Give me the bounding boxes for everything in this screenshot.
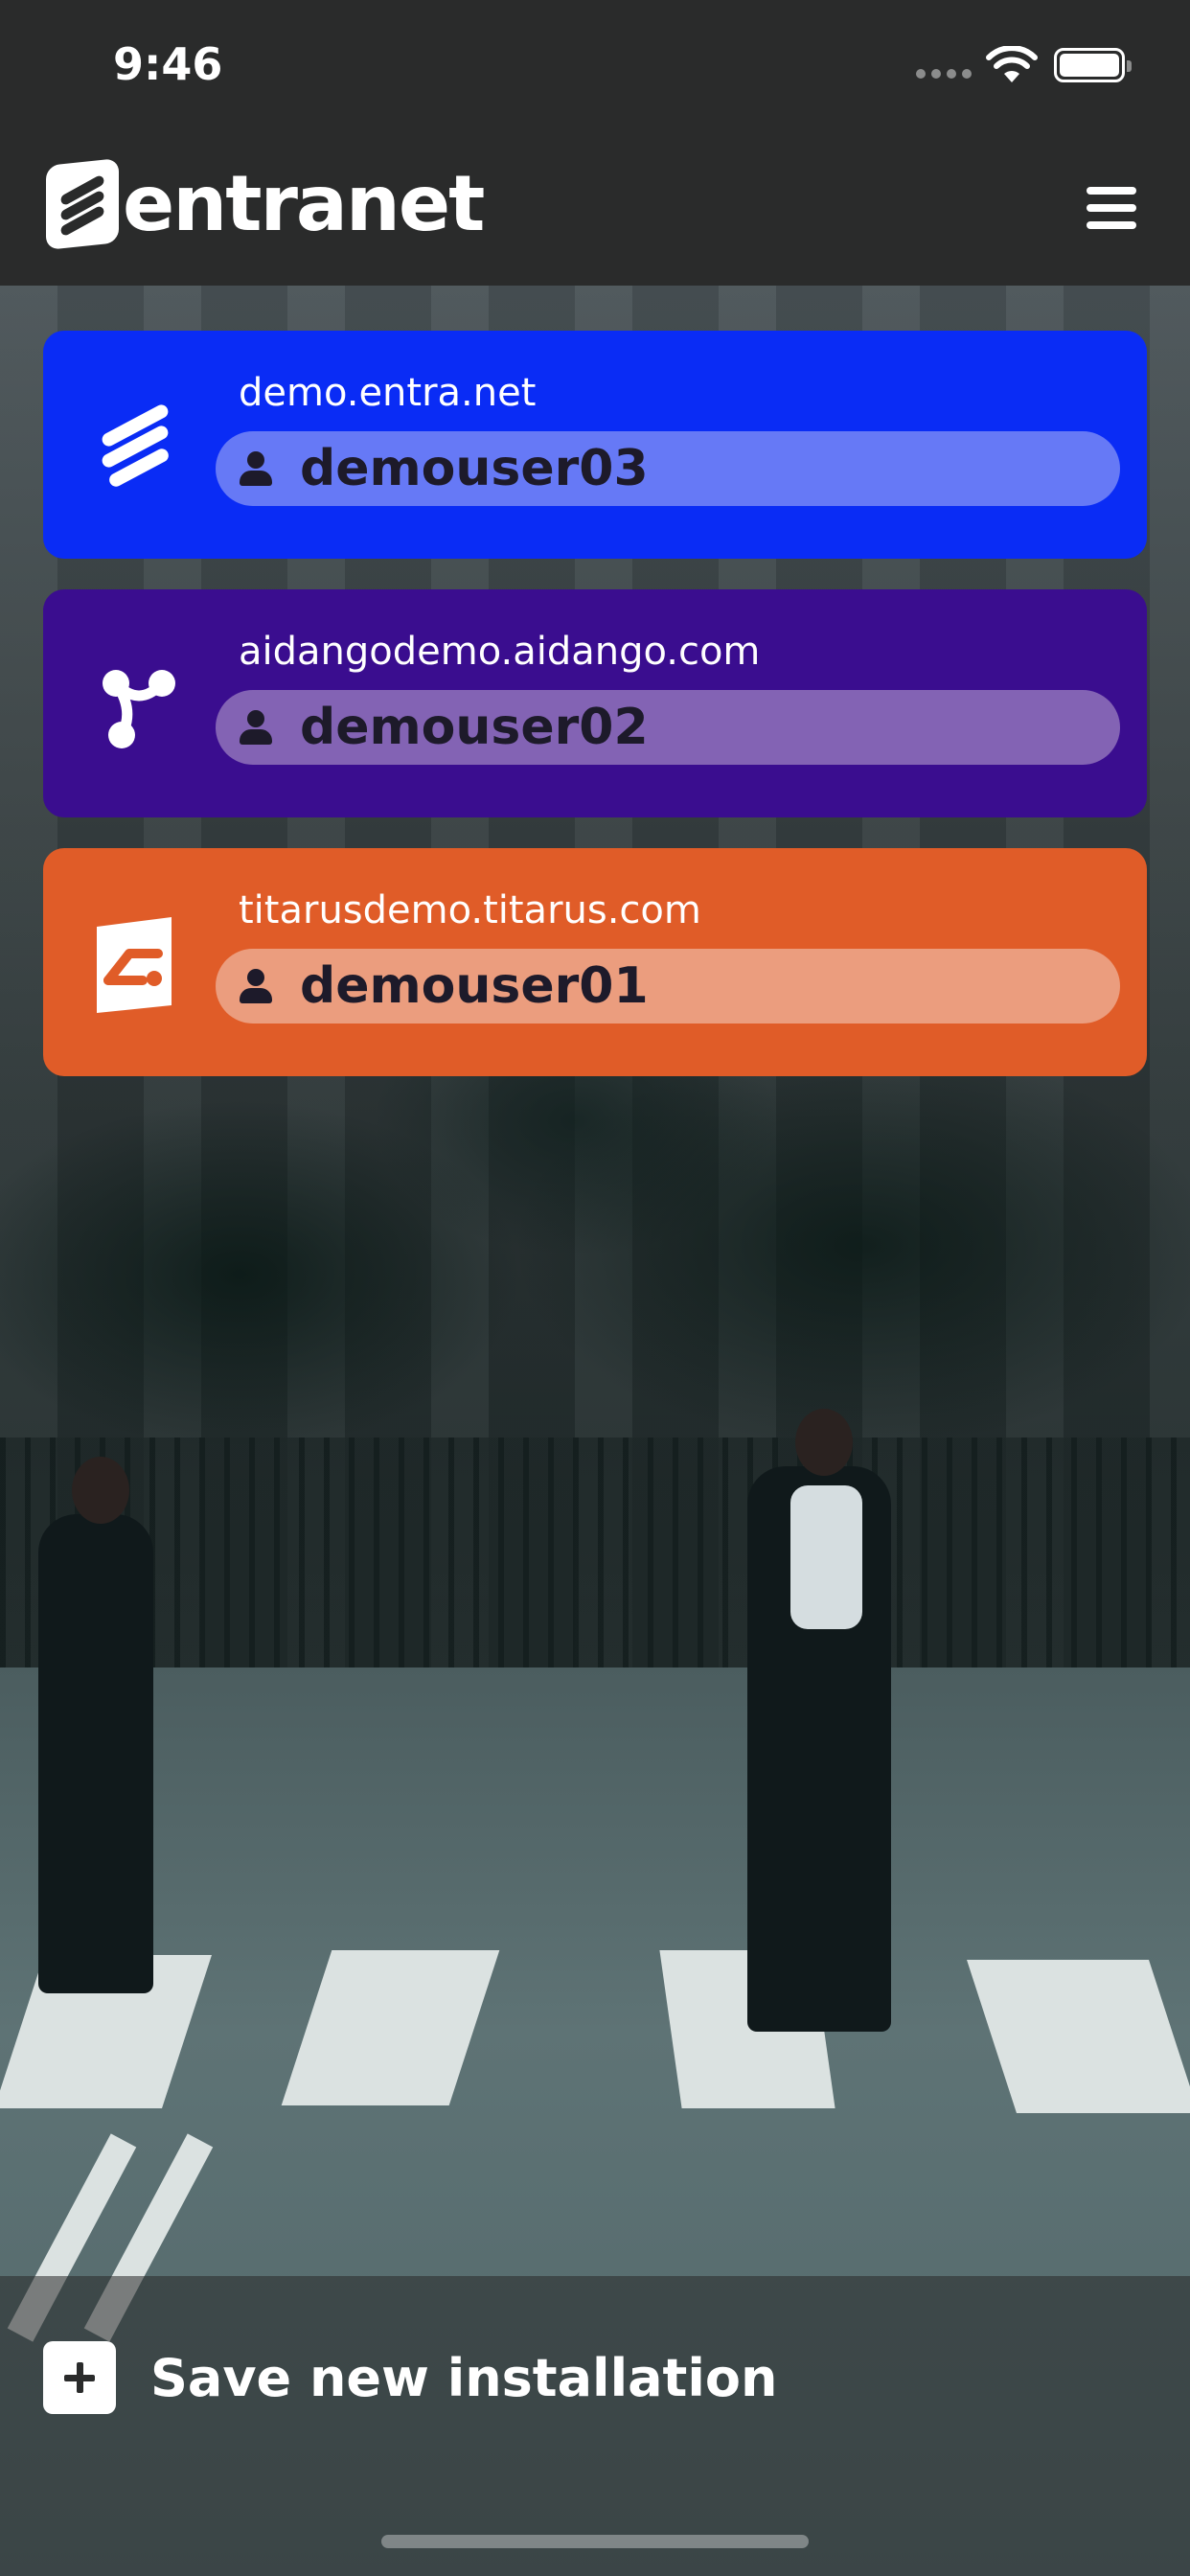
pedestrian-head: [795, 1409, 853, 1476]
signal-dots-icon: [916, 69, 972, 79]
save-new-installation-label: Save new installation: [150, 2347, 778, 2408]
installation-domain: titarusdemo.titarus.com: [239, 888, 701, 932]
wifi-icon: [986, 46, 1038, 82]
pedestrian-left: [38, 1457, 153, 1993]
installation-card-aidango[interactable]: aidangodemo.aidango.com demouser02: [43, 589, 1147, 817]
installation-username: demouser02: [300, 699, 649, 756]
installation-domain: aidangodemo.aidango.com: [239, 630, 761, 674]
installation-list: demo.entra.net demouser03 aidangodemo.ai…: [43, 331, 1147, 1107]
pedestrian-right: [747, 1409, 891, 2032]
app-header: entranet: [0, 129, 1190, 286]
aidango-logo-icon: [103, 670, 175, 748]
user-icon: [237, 449, 275, 488]
user-icon: [237, 708, 275, 747]
installation-username: demouser03: [300, 440, 649, 497]
entranet-logo-icon: [102, 404, 169, 487]
logo-text: entranet: [123, 159, 485, 248]
hamburger-menu-icon[interactable]: [1083, 181, 1140, 235]
save-new-installation-button[interactable]: Save new installation: [43, 2341, 777, 2414]
user-icon: [237, 967, 275, 1005]
status-bar: 9:46: [0, 0, 1190, 129]
installation-domain: demo.entra.net: [239, 371, 537, 415]
background-fence: [0, 1438, 1190, 1668]
installation-user-pill: demouser01: [216, 949, 1120, 1024]
installation-card-entranet[interactable]: demo.entra.net demouser03: [43, 331, 1147, 559]
entranet-logo: entranet: [46, 158, 485, 250]
home-indicator[interactable]: [381, 2535, 809, 2548]
installation-card-titarus[interactable]: titarusdemo.titarus.com demouser01: [43, 848, 1147, 1076]
battery-icon: [1054, 48, 1132, 82]
installation-user-pill: demouser03: [216, 431, 1120, 506]
pedestrian-shirt: [790, 1485, 862, 1629]
plus-icon: [43, 2341, 116, 2414]
installation-username: demouser01: [300, 957, 649, 1015]
bottom-bar: Save new installation: [0, 2276, 1190, 2576]
entranet-logo-icon: [46, 158, 119, 250]
installation-user-pill: demouser02: [216, 690, 1120, 765]
titarus-logo-icon: [97, 917, 172, 1013]
status-time: 9:46: [113, 38, 223, 90]
pedestrian-head: [72, 1457, 129, 1524]
